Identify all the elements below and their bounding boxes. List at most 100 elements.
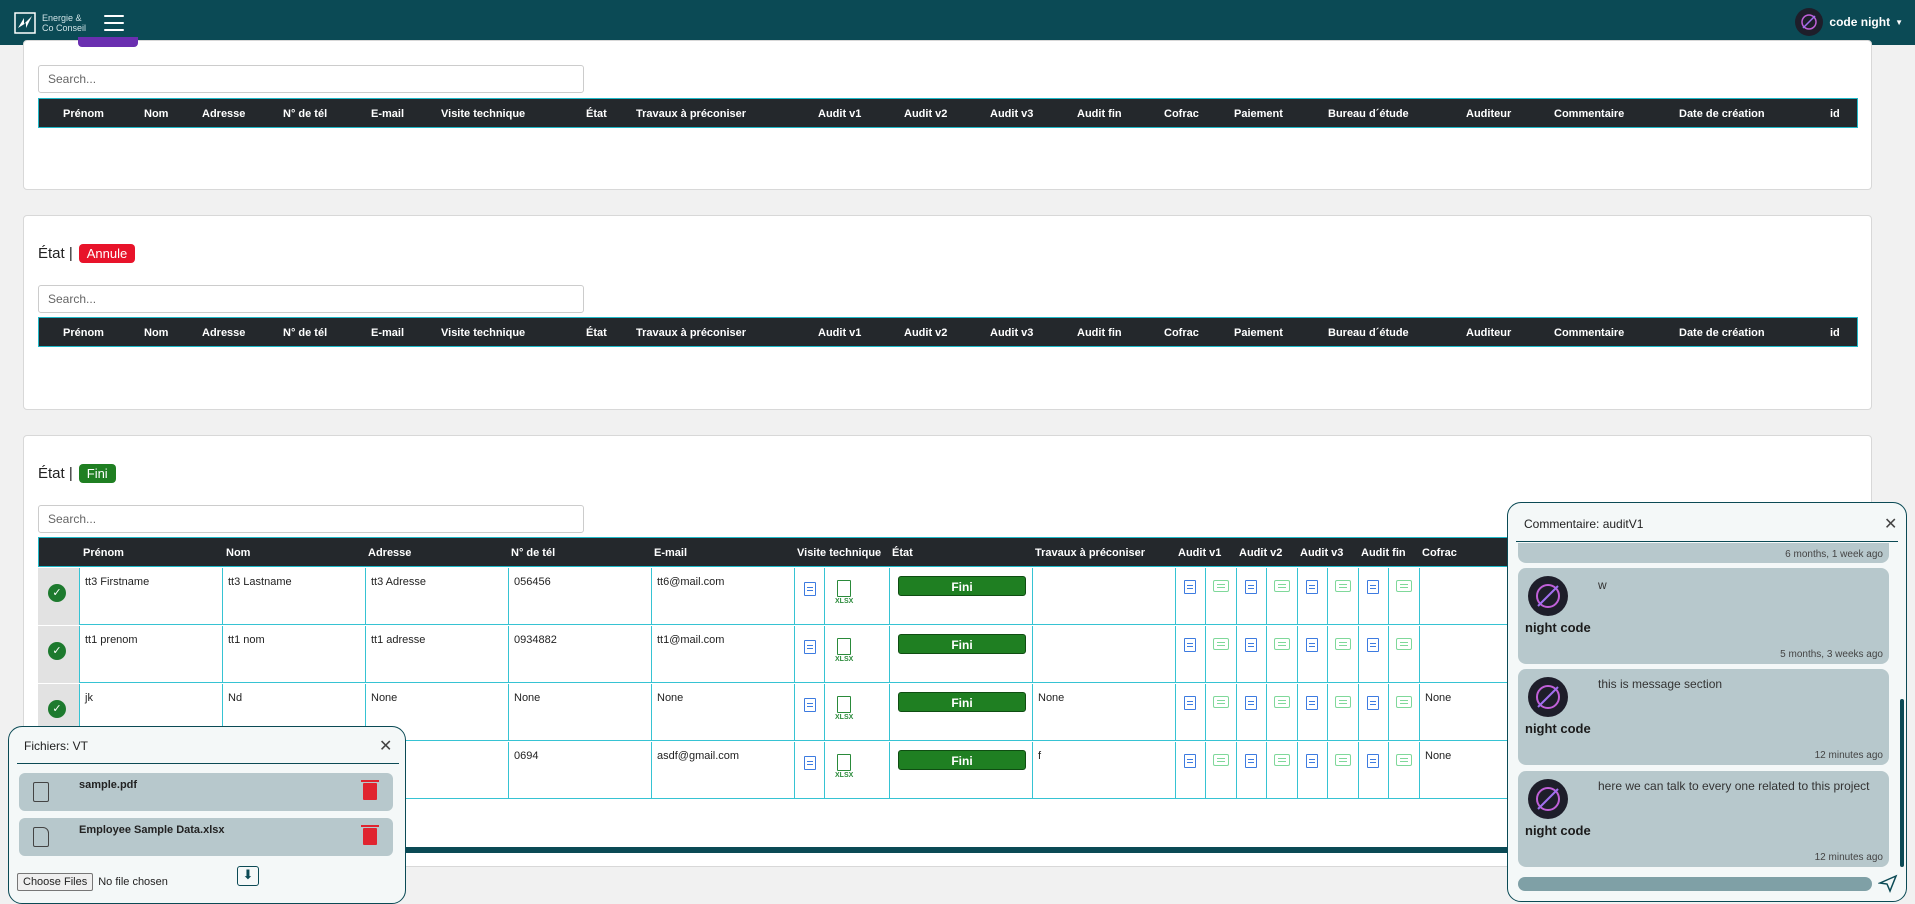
col-nom[interactable]: Nom	[144, 327, 168, 339]
document-icon[interactable]	[1245, 754, 1257, 768]
col-prenom[interactable]: Prénom	[83, 547, 124, 559]
comment-icon[interactable]	[1396, 638, 1412, 650]
etat-button[interactable]: Fini	[898, 692, 1026, 712]
col-id[interactable]: id	[1830, 108, 1840, 120]
col-date[interactable]: Date de création	[1679, 327, 1765, 339]
col-travaux[interactable]: Travaux à préconiser	[1035, 547, 1145, 559]
col-tel[interactable]: N° de tél	[283, 327, 327, 339]
etat-button[interactable]: Fini	[898, 750, 1026, 770]
comment-icon[interactable]	[1213, 638, 1229, 650]
comment-icon[interactable]	[1335, 754, 1351, 766]
col-audit-v1[interactable]: Audit v1	[818, 327, 861, 339]
search-input[interactable]	[38, 505, 584, 533]
close-icon[interactable]: ✕	[379, 739, 392, 755]
check-icon[interactable]: ✓	[48, 642, 66, 660]
col-bureau[interactable]: Bureau d´étude	[1328, 108, 1409, 120]
col-audit-fin[interactable]: Audit fin	[1361, 547, 1406, 559]
col-audit-fin[interactable]: Audit fin	[1077, 108, 1122, 120]
col-adresse[interactable]: Adresse	[202, 327, 245, 339]
document-icon[interactable]	[1245, 696, 1257, 710]
comment-icon[interactable]	[1335, 638, 1351, 650]
col-email[interactable]: E-mail	[371, 108, 404, 120]
choose-files-button[interactable]: Choose Files	[17, 873, 94, 891]
comment-icon[interactable]	[1396, 696, 1412, 708]
col-travaux[interactable]: Travaux à préconiser	[636, 108, 746, 120]
col-tel[interactable]: N° de tél	[511, 547, 555, 559]
col-paiement[interactable]: Paiement	[1234, 108, 1283, 120]
file-item[interactable]: Employee Sample Data.xlsx	[19, 818, 393, 856]
comment-icon[interactable]	[1396, 754, 1412, 766]
col-audit-v2[interactable]: Audit v2	[904, 108, 947, 120]
comment-icon[interactable]	[1274, 580, 1290, 592]
document-icon[interactable]	[804, 640, 816, 654]
col-adresse[interactable]: Adresse	[368, 547, 411, 559]
document-icon[interactable]	[1306, 696, 1318, 710]
col-audit-v3[interactable]: Audit v3	[990, 327, 1033, 339]
brand-logo[interactable]: Energie & Co Conseil	[14, 11, 86, 34]
file-input[interactable]: Choose Files No file chosen	[17, 873, 168, 891]
comment-icon[interactable]	[1213, 754, 1229, 766]
check-icon[interactable]: ✓	[48, 700, 66, 718]
col-nom[interactable]: Nom	[226, 547, 250, 559]
comment-icon[interactable]	[1274, 754, 1290, 766]
col-cofrac[interactable]: Cofrac	[1164, 327, 1199, 339]
upload-icon[interactable]: ⬇	[237, 866, 259, 886]
document-icon[interactable]	[1306, 638, 1318, 652]
col-visite[interactable]: Visite technique	[441, 108, 525, 120]
col-travaux[interactable]: Travaux à préconiser	[636, 327, 746, 339]
check-icon[interactable]: ✓	[48, 584, 66, 602]
document-icon[interactable]	[1306, 580, 1318, 594]
file-item[interactable]: sample.pdf	[19, 773, 393, 811]
document-icon[interactable]	[1184, 638, 1196, 652]
document-icon[interactable]	[804, 698, 816, 712]
comment-icon[interactable]	[1335, 580, 1351, 592]
col-auditeur[interactable]: Auditeur	[1466, 108, 1511, 120]
comment-input[interactable]	[1518, 877, 1872, 891]
col-paiement[interactable]: Paiement	[1234, 327, 1283, 339]
xlsx-file-icon[interactable]: XLSX	[835, 638, 853, 664]
send-icon[interactable]	[1878, 873, 1898, 893]
col-audit-v2[interactable]: Audit v2	[1239, 547, 1282, 559]
col-etat[interactable]: État	[586, 327, 607, 339]
table-row[interactable]: ✓ tt1 prenom tt1 nom tt1 adresse 0934882…	[38, 626, 1538, 683]
col-audit-v1[interactable]: Audit v1	[1178, 547, 1221, 559]
comment-icon[interactable]	[1396, 580, 1412, 592]
col-etat[interactable]: État	[586, 108, 607, 120]
col-cofrac[interactable]: Cofrac	[1164, 108, 1199, 120]
trash-icon[interactable]	[361, 825, 379, 845]
col-email[interactable]: E-mail	[654, 547, 687, 559]
col-audit-fin[interactable]: Audit fin	[1077, 327, 1122, 339]
col-tel[interactable]: N° de tél	[283, 108, 327, 120]
col-audit-v3[interactable]: Audit v3	[1300, 547, 1343, 559]
vertical-scrollbar[interactable]	[1900, 699, 1904, 867]
etat-button[interactable]: Fini	[898, 634, 1026, 654]
col-audit-v2[interactable]: Audit v2	[904, 327, 947, 339]
col-commentaire[interactable]: Commentaire	[1554, 108, 1624, 120]
search-input[interactable]	[38, 285, 584, 313]
col-audit-v1[interactable]: Audit v1	[818, 108, 861, 120]
xlsx-file-icon[interactable]: XLSX	[835, 580, 853, 606]
xlsx-file-icon[interactable]: XLSX	[835, 754, 853, 780]
etat-button[interactable]: Fini	[898, 576, 1026, 596]
user-menu[interactable]: code night ▼	[1795, 8, 1903, 36]
col-prenom[interactable]: Prénom	[63, 327, 104, 339]
comment-icon[interactable]	[1274, 638, 1290, 650]
col-commentaire[interactable]: Commentaire	[1554, 327, 1624, 339]
document-icon[interactable]	[1367, 638, 1379, 652]
document-icon[interactable]	[1245, 580, 1257, 594]
close-icon[interactable]: ✕	[1884, 517, 1897, 533]
document-icon[interactable]	[1367, 696, 1379, 710]
col-visite[interactable]: Visite technique	[441, 327, 525, 339]
document-icon[interactable]	[1306, 754, 1318, 768]
trash-icon[interactable]	[361, 780, 379, 800]
comment-icon[interactable]	[1213, 696, 1229, 708]
col-nom[interactable]: Nom	[144, 108, 168, 120]
document-icon[interactable]	[1245, 638, 1257, 652]
table-row[interactable]: ✓ tt3 Firstname tt3 Lastname tt3 Adresse…	[38, 568, 1538, 625]
col-date[interactable]: Date de création	[1679, 108, 1765, 120]
comment-icon[interactable]	[1213, 580, 1229, 592]
document-icon[interactable]	[1184, 696, 1196, 710]
document-icon[interactable]	[804, 756, 816, 770]
document-icon[interactable]	[804, 582, 816, 596]
document-icon[interactable]	[1184, 754, 1196, 768]
